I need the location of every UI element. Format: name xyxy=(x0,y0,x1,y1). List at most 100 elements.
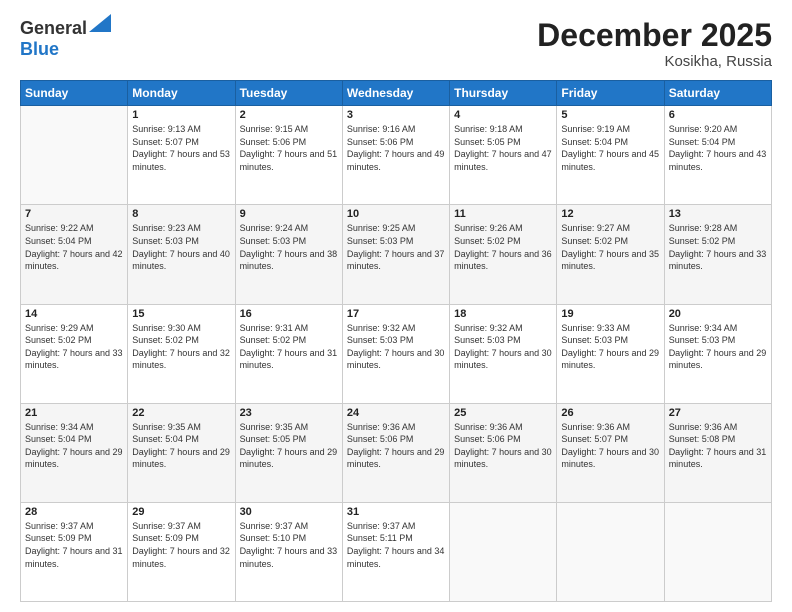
cell-info: Sunrise: 9:19 AMSunset: 5:04 PMDaylight:… xyxy=(561,123,659,173)
col-friday: Friday xyxy=(557,81,664,106)
page: General Blue December 2025 Kosikha, Russ… xyxy=(0,0,792,612)
table-row: 12 Sunrise: 9:27 AMSunset: 5:02 PMDayligh… xyxy=(557,205,664,304)
table-row: 28Sunrise: 9:37 AMSunset: 5:09 PMDayligh… xyxy=(21,502,128,601)
table-row xyxy=(557,502,664,601)
logo-blue: Blue xyxy=(20,39,59,59)
table-row: 2 Sunrise: 9:15 AMSunset: 5:06 PMDaylight… xyxy=(235,106,342,205)
month-title: December 2025 xyxy=(537,18,772,53)
location: Kosikha, Russia xyxy=(537,53,772,70)
table-row: 3 Sunrise: 9:16 AMSunset: 5:06 PMDaylight… xyxy=(342,106,449,205)
day-number: 14 xyxy=(25,308,123,320)
day-number: 7 xyxy=(25,208,123,220)
cell-info: Sunrise: 9:31 AMSunset: 5:02 PMDaylight:… xyxy=(240,322,338,372)
table-row xyxy=(664,502,771,601)
day-number: 16 xyxy=(240,308,338,320)
table-row: 29Sunrise: 9:37 AMSunset: 5:09 PMDayligh… xyxy=(128,502,235,601)
cell-info: Sunrise: 9:23 AMSunset: 5:03 PMDaylight:… xyxy=(132,222,230,272)
day-number: 3 xyxy=(347,109,445,121)
table-row: 7 Sunrise: 9:22 AMSunset: 5:04 PMDaylight… xyxy=(21,205,128,304)
day-number: 26 xyxy=(561,407,659,419)
col-saturday: Saturday xyxy=(664,81,771,106)
day-number: 11 xyxy=(454,208,552,220)
table-row: 9 Sunrise: 9:24 AMSunset: 5:03 PMDaylight… xyxy=(235,205,342,304)
table-row: 23Sunrise: 9:35 AMSunset: 5:05 PMDayligh… xyxy=(235,403,342,502)
day-number: 9 xyxy=(240,208,338,220)
day-number: 2 xyxy=(240,109,338,121)
day-number: 4 xyxy=(454,109,552,121)
table-row: 10Sunrise: 9:25 AMSunset: 5:03 PMDayligh… xyxy=(342,205,449,304)
title-block: December 2025 Kosikha, Russia xyxy=(537,18,772,70)
cell-info: Sunrise: 9:25 AMSunset: 5:03 PMDaylight:… xyxy=(347,222,445,272)
table-row: 6 Sunrise: 9:20 AMSunset: 5:04 PMDaylight… xyxy=(664,106,771,205)
cell-info: Sunrise: 9:36 AMSunset: 5:06 PMDaylight:… xyxy=(454,421,552,471)
day-number: 17 xyxy=(347,308,445,320)
day-number: 18 xyxy=(454,308,552,320)
logo-general: General xyxy=(20,18,87,39)
cell-info: Sunrise: 9:13 AMSunset: 5:07 PMDaylight:… xyxy=(132,123,230,173)
cell-info: Sunrise: 9:29 AMSunset: 5:02 PMDaylight:… xyxy=(25,322,123,372)
calendar-week-row: 1Sunrise: 9:13 AMSunset: 5:07 PMDaylight… xyxy=(21,106,772,205)
col-wednesday: Wednesday xyxy=(342,81,449,106)
day-number: 31 xyxy=(347,506,445,518)
table-row: 19Sunrise: 9:33 AMSunset: 5:03 PMDayligh… xyxy=(557,304,664,403)
table-row: 4Sunrise: 9:18 AMSunset: 5:05 PMDaylight… xyxy=(450,106,557,205)
table-row: 20Sunrise: 9:34 AMSunset: 5:03 PMDayligh… xyxy=(664,304,771,403)
calendar-week-row: 7 Sunrise: 9:22 AMSunset: 5:04 PMDaylight… xyxy=(21,205,772,304)
day-number: 29 xyxy=(132,506,230,518)
table-row: 24Sunrise: 9:36 AMSunset: 5:06 PMDayligh… xyxy=(342,403,449,502)
cell-info: Sunrise: 9:37 AMSunset: 5:10 PMDaylight:… xyxy=(240,520,338,570)
cell-info: Sunrise: 9:24 AMSunset: 5:03 PMDaylight:… xyxy=(240,222,338,272)
table-row: 14 Sunrise: 9:29 AMSunset: 5:02 PMDayligh… xyxy=(21,304,128,403)
col-thursday: Thursday xyxy=(450,81,557,106)
cell-info: Sunrise: 9:27 AMSunset: 5:02 PMDaylight:… xyxy=(561,222,659,272)
table-row: 16 Sunrise: 9:31 AMSunset: 5:02 PMDayligh… xyxy=(235,304,342,403)
cell-info: Sunrise: 9:30 AMSunset: 5:02 PMDaylight:… xyxy=(132,322,230,372)
cell-info: Sunrise: 9:36 AMSunset: 5:08 PMDaylight:… xyxy=(669,421,767,471)
table-row: 25Sunrise: 9:36 AMSunset: 5:06 PMDayligh… xyxy=(450,403,557,502)
calendar-week-row: 14 Sunrise: 9:29 AMSunset: 5:02 PMDayligh… xyxy=(21,304,772,403)
header: General Blue December 2025 Kosikha, Russ… xyxy=(20,18,772,70)
cell-info: Sunrise: 9:35 AMSunset: 5:05 PMDaylight:… xyxy=(240,421,338,471)
table-row: 21Sunrise: 9:34 AMSunset: 5:04 PMDayligh… xyxy=(21,403,128,502)
cell-info: Sunrise: 9:22 AMSunset: 5:04 PMDaylight:… xyxy=(25,222,123,272)
day-number: 8 xyxy=(132,208,230,220)
col-sunday: Sunday xyxy=(21,81,128,106)
day-number: 21 xyxy=(25,407,123,419)
cell-info: Sunrise: 9:33 AMSunset: 5:03 PMDaylight:… xyxy=(561,322,659,372)
table-row xyxy=(21,106,128,205)
table-row: 15Sunrise: 9:30 AMSunset: 5:02 PMDayligh… xyxy=(128,304,235,403)
cell-info: Sunrise: 9:16 AMSunset: 5:06 PMDaylight:… xyxy=(347,123,445,173)
table-row: 30Sunrise: 9:37 AMSunset: 5:10 PMDayligh… xyxy=(235,502,342,601)
cell-info: Sunrise: 9:36 AMSunset: 5:06 PMDaylight:… xyxy=(347,421,445,471)
calendar-table: Sunday Monday Tuesday Wednesday Thursday… xyxy=(20,80,772,602)
logo: General Blue xyxy=(20,18,111,60)
cell-info: Sunrise: 9:32 AMSunset: 5:03 PMDaylight:… xyxy=(454,322,552,372)
cell-info: Sunrise: 9:37 AMSunset: 5:09 PMDaylight:… xyxy=(25,520,123,570)
cell-info: Sunrise: 9:28 AMSunset: 5:02 PMDaylight:… xyxy=(669,222,767,272)
table-row: 31 Sunrise: 9:37 AMSunset: 5:11 PMDayligh… xyxy=(342,502,449,601)
cell-info: Sunrise: 9:37 AMSunset: 5:11 PMDaylight:… xyxy=(347,520,445,570)
cell-info: Sunrise: 9:15 AMSunset: 5:06 PMDaylight:… xyxy=(240,123,338,173)
day-number: 5 xyxy=(561,109,659,121)
table-row: 27 Sunrise: 9:36 AMSunset: 5:08 PMDayligh… xyxy=(664,403,771,502)
col-tuesday: Tuesday xyxy=(235,81,342,106)
day-number: 22 xyxy=(132,407,230,419)
cell-info: Sunrise: 9:34 AMSunset: 5:03 PMDaylight:… xyxy=(669,322,767,372)
table-row: 11 Sunrise: 9:26 AMSunset: 5:02 PMDayligh… xyxy=(450,205,557,304)
table-row: 17 Sunrise: 9:32 AMSunset: 5:03 PMDayligh… xyxy=(342,304,449,403)
logo-icon xyxy=(89,14,111,32)
day-number: 13 xyxy=(669,208,767,220)
day-number: 12 xyxy=(561,208,659,220)
cell-info: Sunrise: 9:36 AMSunset: 5:07 PMDaylight:… xyxy=(561,421,659,471)
calendar-header-row: Sunday Monday Tuesday Wednesday Thursday… xyxy=(21,81,772,106)
day-number: 6 xyxy=(669,109,767,121)
table-row: 1Sunrise: 9:13 AMSunset: 5:07 PMDaylight… xyxy=(128,106,235,205)
cell-info: Sunrise: 9:20 AMSunset: 5:04 PMDaylight:… xyxy=(669,123,767,173)
col-monday: Monday xyxy=(128,81,235,106)
cell-info: Sunrise: 9:35 AMSunset: 5:04 PMDaylight:… xyxy=(132,421,230,471)
table-row: 18 Sunrise: 9:32 AMSunset: 5:03 PMDayligh… xyxy=(450,304,557,403)
cell-info: Sunrise: 9:26 AMSunset: 5:02 PMDaylight:… xyxy=(454,222,552,272)
day-number: 27 xyxy=(669,407,767,419)
cell-info: Sunrise: 9:32 AMSunset: 5:03 PMDaylight:… xyxy=(347,322,445,372)
table-row: 22 Sunrise: 9:35 AMSunset: 5:04 PMDayligh… xyxy=(128,403,235,502)
